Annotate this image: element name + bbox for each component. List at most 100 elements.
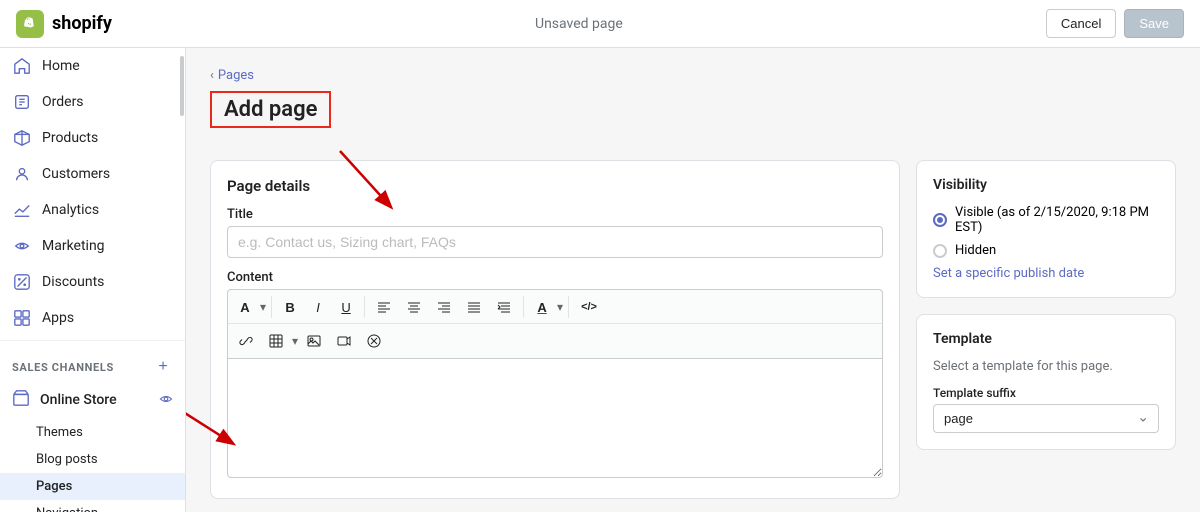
visibility-card: Visibility Visible (as of 2/15/2020, 9:1…	[916, 160, 1176, 298]
title-field-label: Title	[227, 207, 883, 222]
shopify-icon	[16, 10, 44, 38]
toolbar-indent-btn[interactable]	[490, 294, 518, 320]
radio-hidden-circle	[933, 244, 947, 258]
cancel-button[interactable]: Cancel	[1046, 9, 1116, 38]
toolbar-align-right-btn[interactable]	[430, 294, 458, 320]
toolbar-align-center-btn[interactable]	[400, 294, 428, 320]
sales-channels-section: SALES CHANNELS +	[0, 345, 185, 381]
customers-icon	[12, 164, 32, 184]
visibility-title: Visibility	[933, 177, 1159, 193]
toolbar-text-color-btn[interactable]: A	[529, 294, 555, 320]
toolbar-table-btn[interactable]	[262, 328, 290, 354]
toolbar-source-btn[interactable]: </>	[574, 294, 604, 320]
breadcrumb-chevron: ‹	[210, 68, 214, 83]
sidebar: Home Orders Products Customers Analytics	[0, 48, 186, 512]
toolbar-sep-3	[523, 296, 524, 318]
page-heading-box: Add page	[210, 91, 331, 128]
marketing-icon	[12, 236, 32, 256]
font-dropdown-arrow: ▾	[260, 294, 266, 320]
sidebar-label-analytics: Analytics	[42, 202, 99, 218]
template-title: Template	[933, 331, 1159, 347]
cards-row: Page details Title Content A ▾ B I U	[210, 160, 1176, 499]
sidebar-label-discounts: Discounts	[42, 274, 104, 290]
sidebar-item-products[interactable]: Products	[0, 120, 185, 156]
add-sales-channel-button[interactable]: +	[153, 357, 173, 377]
toolbar-font-btn[interactable]: A	[232, 294, 258, 320]
breadcrumb[interactable]: ‹ Pages	[210, 68, 1176, 83]
sidebar-label-products: Products	[42, 130, 98, 146]
online-store-label: Online Store	[40, 392, 117, 408]
content-field-label: Content	[227, 270, 883, 285]
sidebar-sub-item-blog-posts[interactable]: Blog posts	[0, 446, 185, 473]
toolbar-justify-btn[interactable]	[460, 294, 488, 320]
sidebar-divider	[0, 340, 185, 341]
sidebar-item-apps[interactable]: Apps	[0, 300, 185, 336]
apps-icon	[12, 308, 32, 328]
page-heading: Add page	[224, 97, 317, 122]
radio-visible-label: Visible (as of 2/15/2020, 9:18 PM EST)	[955, 205, 1159, 235]
discounts-icon	[12, 272, 32, 292]
sidebar-item-online-store[interactable]: Online Store	[0, 381, 185, 419]
title-input[interactable]	[227, 226, 883, 258]
save-button[interactable]: Save	[1124, 9, 1184, 38]
sidebar-item-orders[interactable]: Orders	[0, 84, 185, 120]
toolbar-align-left-btn[interactable]	[370, 294, 398, 320]
sidebar-sub-item-themes[interactable]: Themes	[0, 419, 185, 446]
topbar-actions: Cancel Save	[1046, 9, 1184, 38]
sidebar-label-marketing: Marketing	[42, 238, 105, 254]
topbar: shopify Unsaved page Cancel Save	[0, 0, 1200, 48]
editor-toolbar-row2: ▾	[227, 323, 883, 358]
sidebar-sub-item-pages[interactable]: Pages	[0, 473, 185, 500]
page-status-title: Unsaved page	[535, 16, 623, 32]
scrollbar[interactable]	[179, 48, 185, 512]
toolbar-bold-btn[interactable]: B	[277, 294, 303, 320]
editor-area-container	[227, 358, 883, 482]
sidebar-label-orders: Orders	[42, 94, 84, 110]
radio-visible[interactable]: Visible (as of 2/15/2020, 9:18 PM EST)	[933, 205, 1159, 235]
toolbar-link-btn[interactable]	[232, 328, 260, 354]
text-color-dropdown: ▾	[557, 294, 563, 320]
toolbar-video-btn[interactable]	[330, 328, 358, 354]
sidebar-label-home: Home	[42, 58, 80, 74]
template-suffix-label: Template suffix	[933, 386, 1159, 400]
radio-visible-circle	[933, 213, 947, 227]
main-content: ‹ Pages Add page Page details Title	[186, 48, 1200, 512]
sidebar-item-home[interactable]: Home	[0, 48, 185, 84]
products-icon	[12, 128, 32, 148]
template-card: Template Select a template for this page…	[916, 314, 1176, 450]
radio-hidden-label: Hidden	[955, 243, 996, 258]
page-details-card: Page details Title Content A ▾ B I U	[210, 160, 900, 499]
toolbar-underline-btn[interactable]: U	[333, 294, 359, 320]
toolbar-sep-1	[271, 296, 272, 318]
orders-icon	[12, 92, 32, 112]
toolbar-italic-btn[interactable]: I	[305, 294, 331, 320]
sidebar-label-customers: Customers	[42, 166, 110, 182]
template-select[interactable]: page contact faq	[933, 404, 1159, 433]
table-dropdown: ▾	[292, 328, 298, 354]
home-icon	[12, 56, 32, 76]
scrollbar-thumb	[180, 56, 184, 116]
logo: shopify	[16, 10, 112, 38]
logo-text: shopify	[52, 13, 112, 34]
sidebar-item-customers[interactable]: Customers	[0, 156, 185, 192]
template-description: Select a template for this page.	[933, 359, 1159, 374]
online-store-icon	[12, 389, 30, 411]
breadcrumb-link[interactable]: Pages	[218, 68, 254, 83]
toolbar-sep-2	[364, 296, 365, 318]
radio-group: Visible (as of 2/15/2020, 9:18 PM EST) H…	[933, 205, 1159, 258]
publish-date-link[interactable]: Set a specific publish date	[933, 266, 1159, 281]
analytics-icon	[12, 200, 32, 220]
eye-icon	[159, 392, 173, 409]
toolbar-image-btn[interactable]	[300, 328, 328, 354]
sidebar-item-discounts[interactable]: Discounts	[0, 264, 185, 300]
toolbar-remove-format-btn[interactable]	[360, 328, 388, 354]
page-details-title: Page details	[227, 177, 883, 195]
sidebar-sub-item-navigation[interactable]: Navigation	[0, 500, 185, 512]
content-editor[interactable]	[227, 358, 883, 478]
template-select-wrapper: page contact faq	[933, 404, 1159, 433]
radio-hidden[interactable]: Hidden	[933, 243, 1159, 258]
sidebar-item-analytics[interactable]: Analytics	[0, 192, 185, 228]
layout: Home Orders Products Customers Analytics	[0, 48, 1200, 512]
content-field-group: Content A ▾ B I U	[227, 270, 883, 482]
sidebar-item-marketing[interactable]: Marketing	[0, 228, 185, 264]
